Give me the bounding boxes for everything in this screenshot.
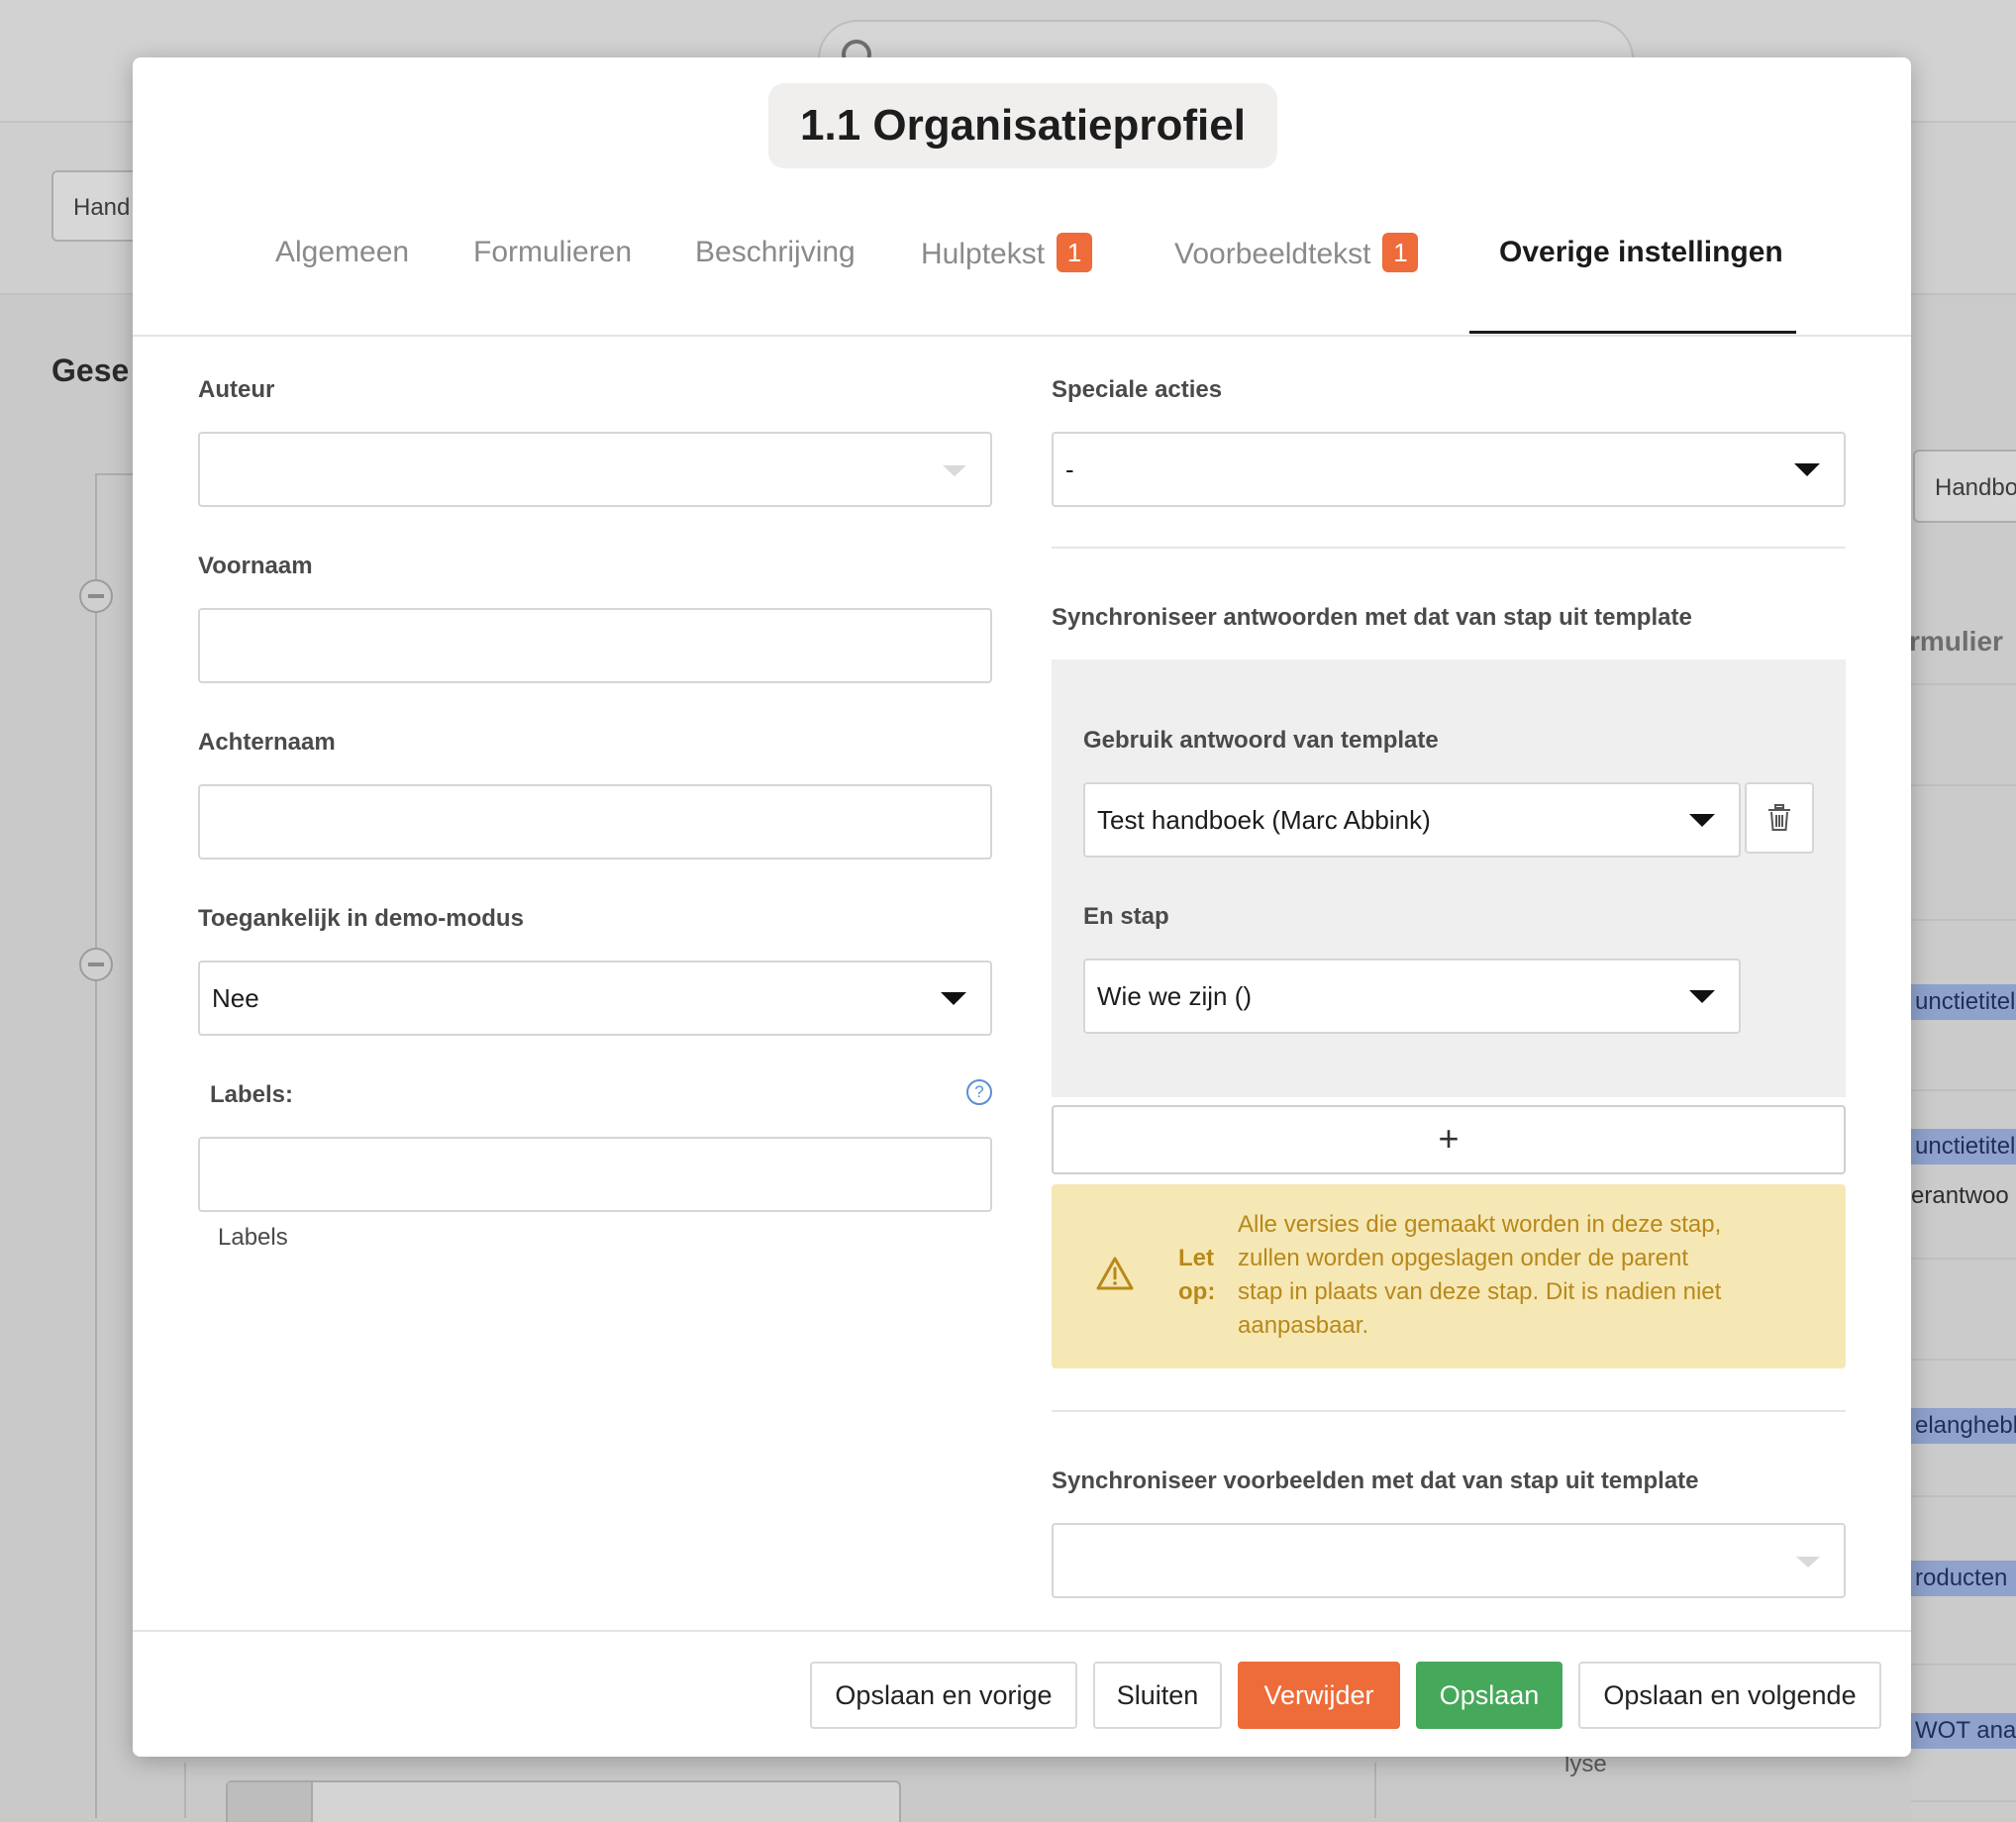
achternaam-input[interactable] bbox=[198, 784, 992, 860]
active-tab-indicator bbox=[1469, 331, 1796, 334]
chevron-down-icon bbox=[1689, 814, 1715, 827]
section-divider bbox=[1052, 547, 1846, 549]
chevron-down-icon bbox=[1689, 990, 1715, 1003]
template-select[interactable]: Test handboek (Marc Abbink) bbox=[1083, 782, 1741, 858]
warning-alert: Let op: Alle versies die gemaakt worden … bbox=[1052, 1184, 1846, 1368]
save-button[interactable]: Opslaan bbox=[1416, 1662, 1562, 1729]
settings-modal: 1.1 Organisatieprofiel Algemeen Formulie… bbox=[133, 57, 1911, 1757]
tab-label: Hulptekst bbox=[921, 237, 1046, 270]
background-list-row bbox=[226, 1780, 901, 1822]
modal-title: 1.1 Organisatieprofiel bbox=[768, 83, 1277, 168]
tab-formulieren[interactable]: Formulieren bbox=[473, 236, 632, 269]
warning-title: Let op: bbox=[1178, 1245, 1216, 1305]
background-row-handle bbox=[228, 1782, 313, 1822]
section-divider bbox=[1052, 1410, 1846, 1412]
tab-beschrijving[interactable]: Beschrijving bbox=[695, 236, 856, 269]
background-text: erantwoo bbox=[1911, 1182, 2009, 1209]
background-divider bbox=[1911, 784, 2016, 786]
background-divider bbox=[1911, 919, 2016, 921]
background-divider bbox=[1911, 1089, 2016, 1091]
background-divider bbox=[1911, 1664, 2016, 1666]
plus-icon: + bbox=[1438, 1118, 1460, 1159]
background-divider bbox=[1911, 1258, 2016, 1260]
speciale-acties-label: Speciale acties bbox=[1052, 376, 1223, 403]
help-icon[interactable]: ? bbox=[966, 1079, 992, 1105]
count-badge: 1 bbox=[1057, 233, 1093, 272]
background-chip: WOT anal bbox=[1911, 1713, 2016, 1749]
background-divider bbox=[1911, 683, 2016, 685]
auteur-select[interactable] bbox=[198, 432, 992, 507]
speciale-acties-select[interactable]: - bbox=[1052, 432, 1846, 507]
demo-mode-value: Nee bbox=[212, 982, 259, 1013]
tab-algemeen[interactable]: Algemeen bbox=[275, 236, 409, 269]
chevron-down-icon bbox=[1796, 1557, 1820, 1568]
background-divider bbox=[1911, 1800, 2016, 1802]
background-chip: unctietitel bbox=[1911, 984, 2016, 1020]
collapse-icon bbox=[79, 948, 113, 981]
sync-answers-panel: Gebruik antwoord van template Test handb… bbox=[1052, 659, 1846, 1097]
background-handbo-button: Handbo bbox=[1913, 450, 2016, 523]
trash-icon bbox=[1768, 804, 1790, 831]
background-chip: unctietitel bbox=[1911, 1129, 2016, 1164]
tab-label: Voorbeeldtekst bbox=[1174, 237, 1371, 270]
tab-bar: Algemeen Formulieren Beschrijving Hulpte… bbox=[133, 206, 1911, 337]
labels-input[interactable] bbox=[198, 1137, 992, 1212]
sync-examples-select[interactable] bbox=[1052, 1523, 1846, 1598]
labels-label: Labels: bbox=[210, 1081, 294, 1108]
background-chip: elanghebb bbox=[1911, 1408, 2016, 1444]
demo-mode-select[interactable]: Nee bbox=[198, 961, 992, 1036]
tab-voorbeeldtekst[interactable]: Voorbeeldtekst 1 bbox=[1174, 233, 1419, 275]
tab-hulptekst[interactable]: Hulptekst 1 bbox=[921, 233, 1093, 275]
save-and-previous-button[interactable]: Opslaan en vorige bbox=[810, 1662, 1077, 1729]
voornaam-input[interactable] bbox=[198, 608, 992, 683]
background-chip: roducten bbox=[1911, 1561, 2016, 1596]
step-value: Wie we zijn () bbox=[1097, 980, 1253, 1011]
tab-label: Formulieren bbox=[473, 236, 633, 268]
background-divider bbox=[1911, 1495, 2016, 1497]
count-badge: 1 bbox=[1382, 233, 1419, 272]
background-heading: Gese bbox=[51, 353, 130, 388]
tab-label: Algemeen bbox=[275, 236, 410, 268]
demo-mode-label: Toegankelijk in demo-modus bbox=[198, 905, 524, 932]
warning-icon bbox=[1096, 1257, 1134, 1290]
collapse-icon bbox=[79, 579, 113, 613]
sync-examples-label: Synchroniseer voorbeelden met dat van st… bbox=[1052, 1468, 1699, 1494]
delete-button[interactable]: Verwijder bbox=[1238, 1662, 1400, 1729]
background-divider bbox=[1911, 1359, 2016, 1361]
tab-label: Overige instellingen bbox=[1499, 236, 1783, 268]
template-value: Test handboek (Marc Abbink) bbox=[1097, 804, 1431, 835]
speciale-acties-value: - bbox=[1065, 454, 1074, 484]
achternaam-label: Achternaam bbox=[198, 729, 336, 756]
sync-answers-label: Synchroniseer antwoorden met dat van sta… bbox=[1052, 604, 1692, 631]
close-button[interactable]: Sluiten bbox=[1093, 1662, 1222, 1729]
auteur-label: Auteur bbox=[198, 376, 275, 403]
delete-template-button[interactable] bbox=[1745, 782, 1814, 854]
chevron-down-icon bbox=[941, 992, 966, 1005]
voornaam-label: Voornaam bbox=[198, 553, 313, 579]
chevron-down-icon bbox=[1794, 463, 1820, 476]
tab-overige-instellingen[interactable]: Overige instellingen bbox=[1499, 236, 1783, 269]
warning-text: Alle versies die gemaakt worden in deze … bbox=[1238, 1211, 1722, 1339]
background-tree-line-h bbox=[95, 473, 135, 475]
add-sync-button[interactable]: + bbox=[1052, 1105, 1846, 1174]
tab-label: Beschrijving bbox=[695, 236, 856, 268]
step-select[interactable]: Wie we zijn () bbox=[1083, 959, 1741, 1034]
chevron-down-icon bbox=[943, 465, 966, 476]
background-formulier-text: rmulier bbox=[1909, 626, 2003, 657]
labels-helper-text: Labels bbox=[218, 1224, 288, 1251]
gebruik-antwoord-label: Gebruik antwoord van template bbox=[1083, 727, 1439, 754]
save-and-next-button[interactable]: Opslaan en volgende bbox=[1578, 1662, 1881, 1729]
en-stap-label: En stap bbox=[1083, 903, 1169, 930]
modal-footer: Opslaan en vorige Sluiten Verwijder Opsl… bbox=[133, 1630, 1911, 1757]
background-tree-line bbox=[95, 473, 97, 1818]
